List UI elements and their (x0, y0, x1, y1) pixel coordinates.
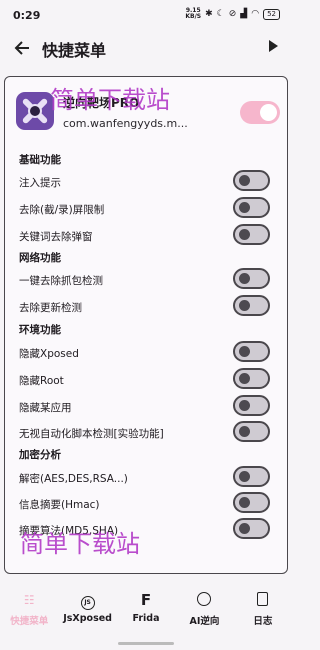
status-bar: 0:29 9.15 KB/S ✱ ☾ ⊘ ▟ ◠ 52 (0, 0, 292, 30)
option-toggle-hide-app[interactable] (233, 395, 270, 416)
page-title: 快捷菜单 (42, 41, 107, 60)
bluetooth-icon: ✱ (205, 9, 213, 19)
option-toggle-hide-xposed[interactable] (233, 341, 270, 362)
option-label: 去除(截/录)屏限制 (19, 204, 105, 216)
option-label: 信息摘要(Hmac) (19, 499, 100, 511)
mute-icon: ⊘ (228, 9, 237, 19)
option-toggle-keyword-popup[interactable] (233, 224, 270, 245)
back-arrow-icon[interactable] (12, 36, 32, 60)
option-label: 无视自动化脚本检测[实验功能] (19, 428, 164, 440)
signal-icon: ▟ (240, 9, 248, 19)
section-title-network: 网络功能 (19, 252, 61, 264)
app-enable-toggle[interactable] (240, 101, 280, 124)
status-icons: 9.15 KB/S ✱ ☾ ⊘ ▟ ◠ 52 (185, 8, 280, 20)
play-icon[interactable] (269, 40, 278, 52)
option-toggle-ignore-automation[interactable] (233, 421, 270, 442)
option-toggle-decrypt[interactable] (233, 466, 270, 487)
wifi-icon: ◠ (251, 9, 260, 19)
frida-icon: F (140, 591, 152, 609)
option-label: 关键词去除弹窗 (19, 231, 93, 243)
grid-icon: ☷ (23, 593, 35, 607)
home-indicator[interactable] (118, 642, 174, 645)
ai-icon (197, 592, 212, 606)
app-icon (16, 92, 54, 130)
nav-item-jsxposed[interactable]: JS JsXposed (58, 584, 116, 638)
option-toggle-inject-hint[interactable] (233, 170, 270, 191)
battery-icon: 52 (263, 8, 280, 20)
option-label: 隐藏某应用 (19, 402, 72, 414)
option-label: 注入提示 (19, 177, 61, 189)
option-toggle-update-detect[interactable] (233, 295, 270, 316)
nav-item-log[interactable]: 日志 (234, 584, 292, 638)
option-label: 解密(AES,DES,RSA...) (19, 473, 128, 485)
option-label: 隐藏Root (19, 375, 64, 387)
status-time: 0:29 (13, 9, 41, 22)
option-label: 去除更新检测 (19, 302, 82, 314)
option-label: 隐藏Xposed (19, 348, 79, 360)
moon-icon: ☾ (216, 9, 225, 19)
option-toggle-digest[interactable] (233, 518, 270, 539)
log-icon (257, 592, 269, 606)
option-label: 一键去除抓包检测 (19, 275, 103, 287)
app-bar: 快捷菜单 (0, 30, 292, 66)
app-package: com.wanfengyyds.m... (63, 117, 188, 130)
bottom-nav: ☷ 快捷菜单 JS JsXposed F Frida AI逆向 日志 (0, 584, 292, 638)
option-toggle-capture-detect[interactable] (233, 268, 270, 289)
option-toggle-screen-limit[interactable] (233, 197, 270, 218)
watermark: 简单下载站 (50, 86, 170, 114)
network-speed: 9.15 KB/S (185, 7, 202, 20)
option-toggle-hide-root[interactable] (233, 368, 270, 389)
nav-item-ai[interactable]: AI逆向 (175, 584, 233, 638)
section-title-crypto: 加密分析 (19, 449, 61, 461)
option-toggle-hmac[interactable] (233, 492, 270, 513)
section-title-env: 环境功能 (19, 324, 61, 336)
js-icon: JS (80, 596, 95, 610)
section-title-basic: 基础功能 (19, 154, 61, 166)
nav-item-quick-menu[interactable]: ☷ 快捷菜单 (0, 584, 58, 638)
watermark: 简单下载站 (20, 530, 140, 558)
nav-item-frida[interactable]: F Frida (117, 584, 175, 638)
